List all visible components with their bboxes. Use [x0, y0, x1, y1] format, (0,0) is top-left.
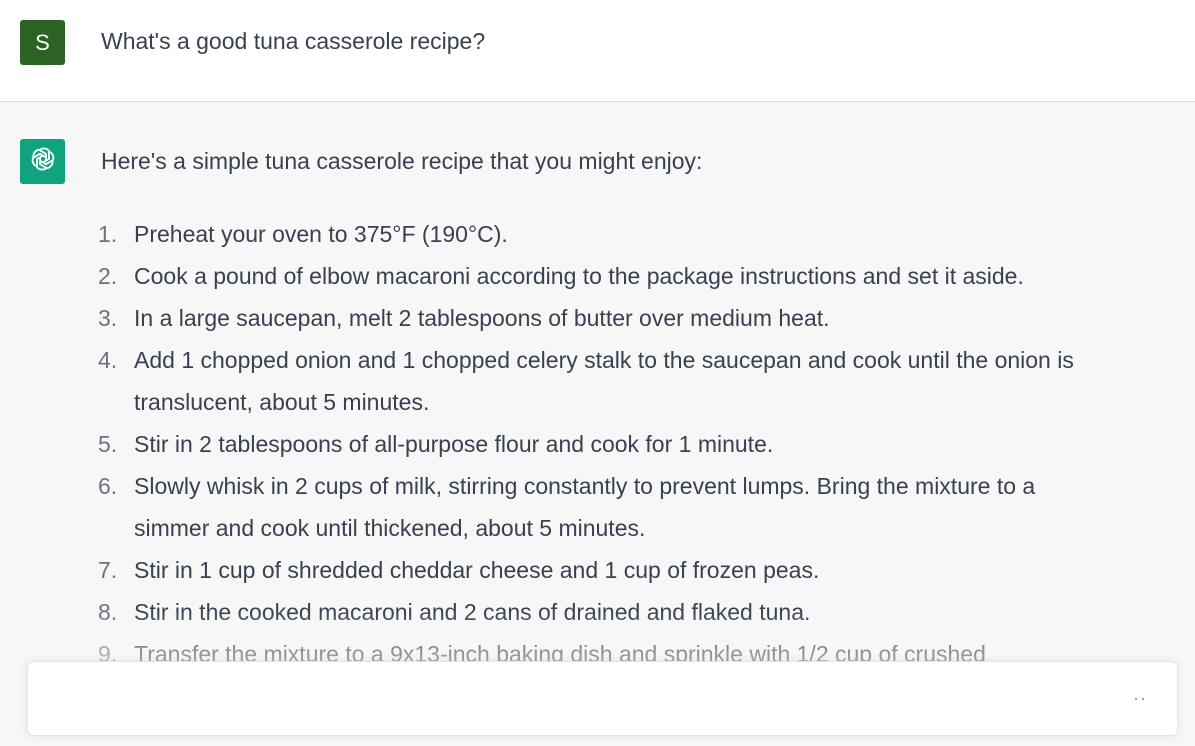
- list-item: 2. Cook a pound of elbow macaroni accord…: [98, 255, 1098, 297]
- assistant-avatar: [20, 139, 65, 184]
- user-message-row: S What's a good tuna casserole recipe?: [0, 0, 1195, 102]
- step-text: Add 1 chopped onion and 1 chopped celery…: [134, 347, 1074, 415]
- step-text: Slowly whisk in 2 cups of milk, stirring…: [134, 473, 1036, 541]
- list-item: 5. Stir in 2 tablespoons of all-purpose …: [98, 423, 1098, 465]
- typing-indicator-icon: ··: [1133, 688, 1147, 708]
- recipe-steps-list: 1. Preheat your oven to 375°F (190°C). 2…: [98, 213, 1098, 675]
- list-item: 6. Slowly whisk in 2 cups of milk, stirr…: [98, 465, 1098, 549]
- step-text: Cook a pound of elbow macaroni according…: [134, 263, 1024, 289]
- step-number: 5.: [98, 431, 118, 457]
- step-text: In a large saucepan, melt 2 tablespoons …: [134, 305, 830, 331]
- list-item: 8. Stir in the cooked macaroni and 2 can…: [98, 591, 1098, 633]
- step-number: 7.: [98, 557, 118, 583]
- step-number: 8.: [98, 599, 118, 625]
- step-number: 6.: [98, 473, 118, 499]
- user-avatar: S: [20, 20, 65, 65]
- assistant-intro-text: Here's a simple tuna casserole recipe th…: [101, 148, 703, 174]
- step-text: Stir in the cooked macaroni and 2 cans o…: [134, 599, 811, 625]
- step-text: Stir in 2 tablespoons of all-purpose flo…: [134, 431, 774, 457]
- step-number: 3.: [98, 305, 118, 331]
- step-text: Stir in 1 cup of shredded cheddar cheese…: [134, 557, 820, 583]
- list-item: 4. Add 1 chopped onion and 1 chopped cel…: [98, 339, 1098, 423]
- list-item: 7. Stir in 1 cup of shredded cheddar che…: [98, 549, 1098, 591]
- step-number: 4.: [98, 347, 118, 373]
- user-message-text: What's a good tuna casserole recipe?: [101, 28, 486, 54]
- step-number: 1.: [98, 221, 118, 247]
- openai-logo-icon: [28, 144, 58, 179]
- chat-page: S What's a good tuna casserole recipe? H…: [0, 0, 1195, 746]
- list-item: 3. In a large saucepan, melt 2 tablespoo…: [98, 297, 1098, 339]
- list-item: 1. Preheat your oven to 375°F (190°C).: [98, 213, 1098, 255]
- assistant-message-row: Here's a simple tuna casserole recipe th…: [0, 102, 1195, 746]
- step-number: 2.: [98, 263, 118, 289]
- message-input[interactable]: ··: [27, 661, 1178, 736]
- step-text: Preheat your oven to 375°F (190°C).: [134, 221, 508, 247]
